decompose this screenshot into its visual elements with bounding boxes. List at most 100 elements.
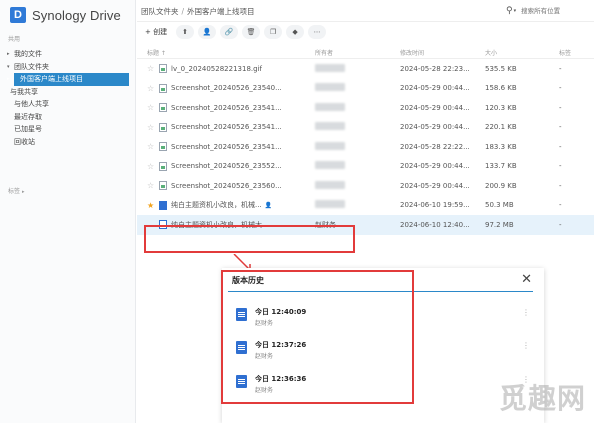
file-name: 纯白主题资机小改良，机械...	[171, 201, 262, 210]
column-header-tags[interactable]: 标签	[559, 48, 594, 57]
app-logo[interactable]: D Synology Drive	[10, 5, 121, 25]
file-size: 50.3 MB	[485, 201, 514, 210]
image-file-icon	[159, 103, 167, 113]
sidebar-item-starred[interactable]: 已加星号	[0, 123, 135, 136]
more-vertical-icon[interactable]: ⋮	[522, 308, 530, 317]
sidebar-item-my-files[interactable]: ▸ 我的文件	[0, 48, 135, 61]
file-tags: -	[559, 84, 562, 93]
file-name: Screenshot_20240526_23540...	[171, 84, 282, 93]
owner-redacted	[315, 102, 345, 111]
sidebar-item-label: 回收站	[14, 137, 35, 146]
table-row[interactable]: ★ 纯白主题资机小改良，机械... 👤 2024-06-10 19:59... 50…	[137, 196, 594, 216]
modified-time: 2024-06-10 19:59...	[400, 201, 470, 210]
search-icon[interactable]: ⚲	[506, 6, 513, 16]
table-row[interactable]: ☆ Screenshot_20240526_23552... 2024-05-29…	[137, 157, 594, 177]
drive-logo-icon: D	[10, 7, 26, 23]
star-icon[interactable]: ☆	[147, 123, 156, 132]
file-tags: -	[559, 220, 562, 229]
star-icon[interactable]: ☆	[147, 103, 156, 112]
create-button[interactable]: + 创建	[140, 25, 172, 39]
column-header-owner[interactable]: 所有者	[315, 48, 400, 57]
image-file-icon	[159, 181, 167, 191]
modified-time: 2024-05-29 00:44...	[400, 162, 470, 171]
breadcrumb-separator: /	[181, 7, 185, 16]
file-name: Screenshot_20240526_23541...	[171, 142, 282, 151]
image-file-icon	[159, 142, 167, 152]
file-name: Screenshot_20240526_23560...	[171, 181, 282, 190]
star-icon[interactable]: ☆	[147, 162, 156, 171]
owner-redacted	[315, 141, 345, 150]
image-file-icon	[159, 122, 167, 132]
owner-redacted	[315, 161, 345, 170]
star-filled-icon[interactable]: ★	[147, 201, 156, 210]
owner-redacted	[315, 180, 345, 189]
caret-right-icon[interactable]: ▸	[7, 73, 10, 86]
delete-icon[interactable]: 🗑	[242, 25, 261, 39]
breadcrumb: 团队文件夹 / 外国客户端上线项目	[141, 6, 255, 17]
star-icon[interactable]: ☆	[147, 84, 156, 93]
sidebar-tags-label[interactable]: 标签 ▸	[8, 186, 24, 195]
modified-time: 2024-06-10 12:40...	[400, 220, 470, 229]
file-size: 535.5 KB	[485, 64, 517, 73]
file-name: Screenshot_20240526_23552...	[171, 162, 282, 171]
sidebar-section-label: 共用	[8, 36, 21, 43]
file-size: 120.3 KB	[485, 103, 517, 112]
more-icon[interactable]: ⋯	[308, 25, 327, 39]
shared-user-icon: 👤	[264, 201, 273, 209]
upload-icon[interactable]: ⬆	[176, 25, 195, 39]
table-row[interactable]: ☆ Screenshot_20240526_23541... 2024-05-29…	[137, 98, 594, 118]
sidebar-item-shared-with-me[interactable]: 与我共享	[0, 86, 135, 99]
table-row[interactable]: ☆ Screenshot_20240526_23541... 2024-05-28…	[137, 137, 594, 157]
star-icon[interactable]: ☆	[147, 181, 156, 190]
breadcrumb-item-team-folder[interactable]: 团队文件夹	[141, 7, 179, 16]
sidebar-item-label: 我的文件	[14, 50, 42, 58]
star-icon[interactable]: ☆	[147, 142, 156, 151]
star-icon[interactable]: ☆	[147, 64, 156, 73]
search-box[interactable]: ⚲ ▾	[506, 4, 588, 18]
file-size: 133.7 KB	[485, 162, 517, 171]
file-tags: -	[559, 123, 562, 132]
header: 团队文件夹 / 外国客户端上线项目 ⚲ ▾	[137, 0, 594, 22]
tag-icon[interactable]: ◆	[286, 25, 305, 39]
tags-label-text: 标签	[8, 188, 21, 195]
owner-redacted	[315, 122, 345, 131]
image-file-icon	[159, 64, 167, 74]
more-vertical-icon[interactable]: ⋮	[522, 341, 530, 350]
table-row[interactable]: ☆ Screenshot_20240526_23541... 2024-05-29…	[137, 118, 594, 138]
modified-time: 2024-05-29 00:44...	[400, 84, 470, 93]
highlight-box-selected-file	[144, 225, 355, 253]
share-user-icon[interactable]: 👤	[198, 25, 217, 39]
sidebar-item-shared-with-others[interactable]: 与他人共享	[0, 98, 135, 111]
breadcrumb-item-project[interactable]: 外国客户端上线项目	[187, 7, 255, 16]
column-header-name[interactable]: 标题 ↑	[137, 48, 315, 57]
file-size: 97.2 MB	[485, 220, 514, 229]
column-header-modified[interactable]: 修改时间	[400, 48, 485, 57]
modified-time: 2024-05-28 22:22...	[400, 142, 470, 151]
caret-right-icon[interactable]: ▸	[7, 48, 10, 61]
table-row[interactable]: ☆ Screenshot_20240526_23540... 2024-05-29…	[137, 79, 594, 99]
chevron-down-icon[interactable]: ▾	[514, 8, 517, 14]
sidebar-item-label: 最近存取	[14, 112, 42, 121]
file-size: 220.1 KB	[485, 123, 517, 132]
close-icon[interactable]: ✕	[521, 272, 532, 287]
highlight-box-version-history	[221, 270, 414, 404]
sidebar-nav: ▸ 我的文件 ▾ 团队文件夹 ▸ 外国客户端上线项目 与我共享 与他人共享 最近…	[0, 48, 135, 148]
owner-redacted	[315, 200, 345, 209]
sidebar-item-label: 与我共享	[10, 87, 38, 96]
sidebar-item-recent[interactable]: 最近存取	[0, 111, 135, 124]
copy-icon[interactable]: ❐	[264, 25, 283, 39]
caret-down-icon[interactable]: ▾	[7, 61, 10, 74]
table-row[interactable]: ☆ lv_0_20240528221318.gif 2024-05-28 22:2…	[137, 59, 594, 79]
sidebar-item-recycle-bin[interactable]: 回收站	[0, 136, 135, 149]
app-name: Synology Drive	[32, 7, 121, 23]
sidebar-item-project-folder[interactable]: ▸ 外国客户端上线项目	[7, 73, 129, 86]
table-row[interactable]: ☆ Screenshot_20240526_23560... 2024-05-29…	[137, 176, 594, 196]
column-header-size[interactable]: 大小	[485, 48, 559, 57]
watermark: 觅趣网	[498, 382, 586, 415]
search-input[interactable]	[521, 7, 582, 15]
link-icon[interactable]: 🔗	[220, 25, 239, 39]
sidebar-item-team-folder[interactable]: ▾ 团队文件夹	[0, 61, 135, 74]
toolbar: + 创建 ⬆ 👤 🔗 🗑 ❐ ◆ ⋯	[140, 24, 327, 40]
file-name: lv_0_20240528221318.gif	[171, 64, 262, 73]
sidebar: D Synology Drive 共用 ▸ 我的文件 ▾ 团队文件夹 ▸ 外国客…	[0, 0, 136, 423]
